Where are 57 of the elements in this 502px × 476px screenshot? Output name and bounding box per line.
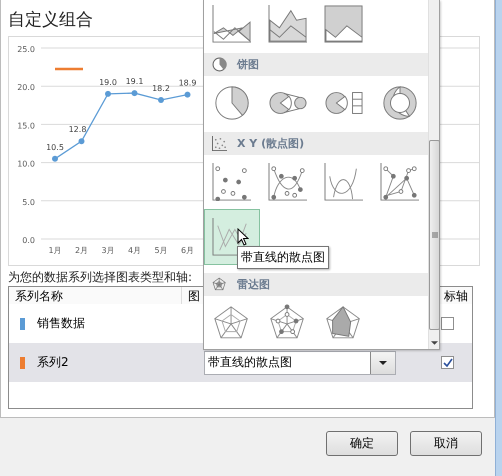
pie-chart-icon: [212, 57, 227, 72]
scatter-chart-icon: [212, 136, 227, 151]
area-chart-icon: [268, 5, 308, 43]
section-title: 饼图: [237, 57, 259, 72]
axis-label: 3月: [101, 246, 115, 255]
series-row[interactable]: 系列2 带直线的散点图: [9, 343, 472, 382]
data-point: [52, 156, 58, 162]
column-header: 标轴: [443, 288, 469, 304]
data-label: 10.5: [46, 142, 64, 152]
axis-label: 6月: [180, 246, 194, 255]
secondary-axis-checkbox[interactable]: [441, 356, 454, 369]
instruction-text: 为您的数据系列选择图表类型和轴:: [8, 269, 192, 286]
radar-chart-icon: [212, 277, 227, 292]
series-name: 系列2: [37, 354, 70, 371]
axis-label: 20.0: [17, 83, 35, 92]
chart-type-dropdown[interactable]: 带直线的散点图: [204, 350, 396, 374]
tooltip: 带直线的散点图: [237, 246, 329, 269]
dialog-button[interactable]: 确定: [326, 431, 398, 456]
data-label: 18.2: [152, 84, 170, 93]
data-point: [158, 96, 164, 103]
series-segment: [55, 68, 83, 70]
data-label: 19.1: [126, 77, 144, 86]
axis-label: 25.0: [17, 45, 35, 54]
data-point: [132, 90, 138, 96]
axis-label: 0.0: [22, 236, 35, 245]
data-label: 18.9: [178, 78, 196, 88]
dropdown-caret-icon: [379, 360, 387, 364]
mouse-pointer-icon: [237, 228, 249, 246]
grip-icon: [432, 232, 438, 238]
curve-chart-icon: [324, 163, 364, 201]
data-label: 19.0: [99, 78, 117, 87]
scatter-chart-icon: [380, 163, 420, 201]
scrollbar[interactable]: [428, 0, 439, 349]
data-label: 12.8: [68, 125, 86, 134]
scatter-chart-icon: [212, 163, 252, 201]
dialog-button[interactable]: 取消: [410, 431, 482, 456]
axis-label: 4月: [128, 246, 142, 255]
axis-label: 5月: [154, 246, 168, 255]
area-chart-icon: [212, 5, 252, 43]
scrollbar-thumb[interactable]: [429, 140, 440, 330]
scatter-chart-icon: [268, 163, 308, 201]
axis-label: 15.0: [17, 121, 35, 130]
area-chart-icon: [324, 5, 364, 43]
axis-label: 10.0: [17, 160, 35, 169]
series-row[interactable]: 销售数据: [9, 304, 472, 343]
secondary-axis-checkbox[interactable]: [441, 317, 454, 330]
data-point: [78, 138, 84, 144]
scroll-down-icon[interactable]: [431, 341, 438, 345]
axis-label: 1月: [48, 246, 62, 255]
section-title: X Y (散点图): [237, 136, 304, 151]
series-name: 销售数据: [37, 315, 86, 332]
axis-label: 2月: [74, 246, 88, 255]
chart-title: 自定义组合: [8, 9, 93, 32]
axis-label: 5.0: [22, 198, 35, 207]
data-point: [184, 92, 190, 98]
data-point: [105, 90, 111, 97]
column-header: 系列名称: [9, 287, 182, 304]
